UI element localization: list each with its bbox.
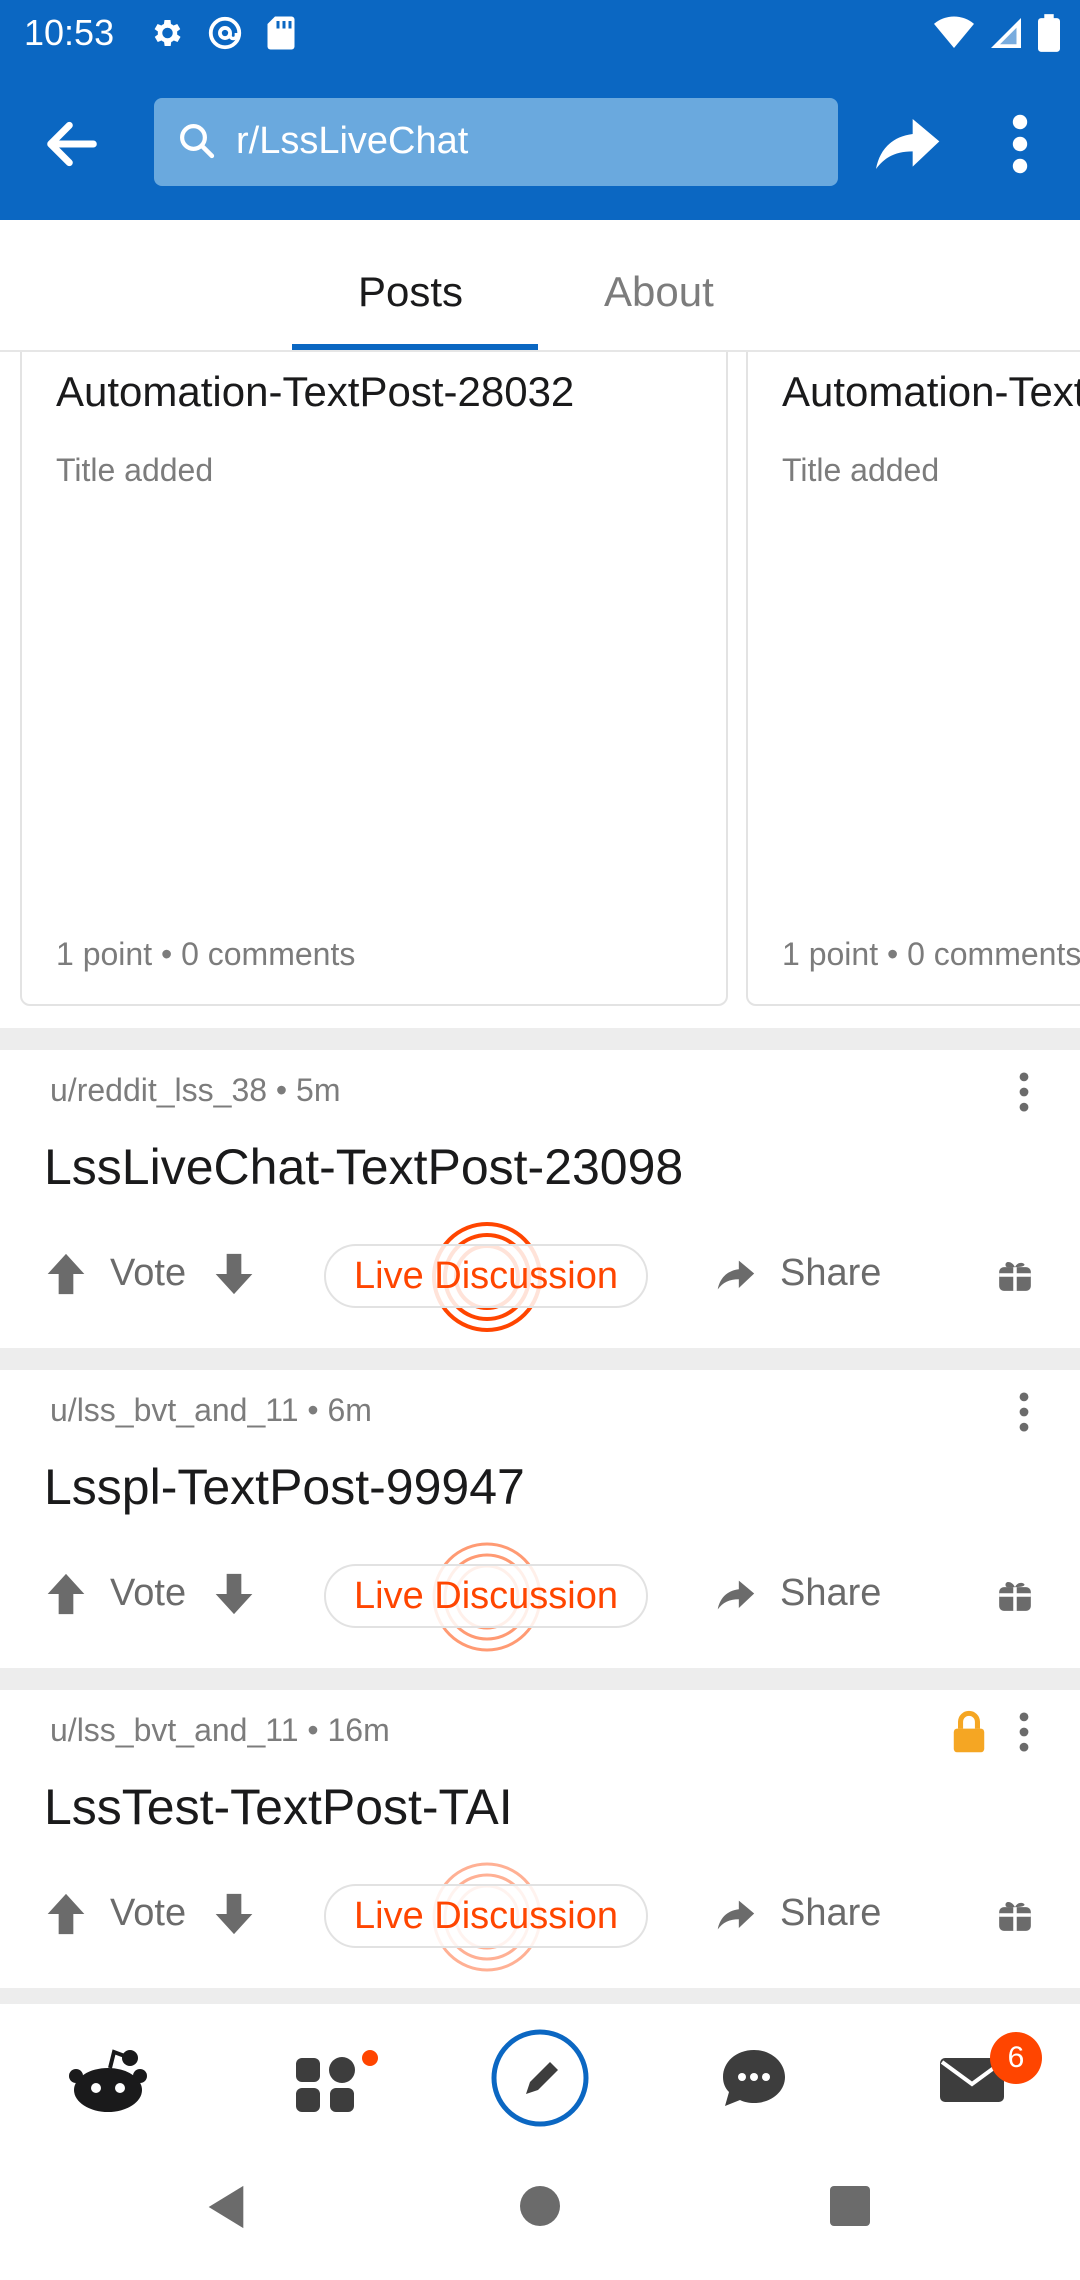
bottom-nav: 6	[0, 2004, 1080, 2142]
share-icon[interactable]	[712, 1892, 758, 1938]
post-item[interactable]: u/reddit_lss_38 • 5m LssLiveChat-TextPos…	[0, 1050, 1080, 1348]
post-meta[interactable]: u/lss_bvt_and_11 • 6m	[50, 1392, 372, 1429]
vote-label: Vote	[110, 1572, 187, 1614]
downvote-icon[interactable]	[212, 1570, 256, 1618]
live-discussion-label: Live Discussion	[324, 1564, 648, 1628]
system-back-icon[interactable]	[204, 2182, 248, 2232]
upvote-icon[interactable]	[44, 1890, 88, 1938]
upvote-icon[interactable]	[44, 1570, 88, 1618]
post-title[interactable]: LssLiveChat-TextPost-23098	[44, 1138, 683, 1196]
tab-indicator	[292, 344, 538, 350]
divider	[0, 1668, 1080, 1690]
battery-icon	[1038, 14, 1060, 52]
status-time: 10:53	[24, 12, 115, 53]
post-title[interactable]: LssTest-TextPost-TAI	[44, 1778, 513, 1836]
share-label[interactable]: Share	[780, 1892, 881, 1935]
card-footer: 1 point • 0 comments	[56, 936, 356, 972]
wifi-icon	[934, 16, 974, 48]
post-actions: Vote Live Discussion Share	[0, 1542, 1080, 1652]
downvote-icon[interactable]	[212, 1250, 256, 1298]
share-icon[interactable]	[712, 1572, 758, 1618]
at-sign-icon	[208, 16, 242, 50]
share-icon[interactable]	[712, 1252, 758, 1298]
settings-icon	[154, 19, 181, 47]
create-post-icon[interactable]	[490, 2028, 590, 2128]
search-icon	[180, 124, 215, 159]
divider	[0, 1348, 1080, 1370]
downvote-icon[interactable]	[212, 1890, 256, 1938]
system-home-icon[interactable]	[518, 2184, 562, 2228]
share-label[interactable]: Share	[780, 1572, 881, 1615]
live-discussion-button[interactable]: Live Discussion	[324, 1222, 648, 1332]
chat-icon[interactable]	[704, 2028, 804, 2128]
signal-icon	[991, 18, 1021, 48]
more-vert-icon[interactable]	[1012, 1390, 1036, 1434]
search-text: r/LssLiveChat	[236, 120, 469, 162]
post-item[interactable]: u/lss_bvt_and_11 • 6m Lsspl-TextPost-999…	[0, 1370, 1080, 1668]
home-icon[interactable]	[58, 2028, 158, 2128]
post-item[interactable]: u/lss_bvt_and_11 • 16m LssTest-TextPost-…	[0, 1690, 1080, 1988]
lock-icon	[953, 1710, 985, 1753]
tab-posts[interactable]: Posts	[358, 268, 463, 316]
card-footer: 1 point • 0 comments	[782, 936, 1080, 972]
card-body: Title added	[782, 452, 940, 488]
live-discussion-button[interactable]: Live Discussion	[324, 1862, 648, 1972]
system-recents-icon[interactable]	[828, 2184, 872, 2228]
post-title[interactable]: Lsspl-TextPost-99947	[44, 1458, 525, 1516]
system-nav-bar	[0, 2142, 1080, 2280]
more-vert-icon[interactable]	[1012, 1070, 1036, 1114]
vote-label: Vote	[110, 1892, 187, 1934]
tab-bar: Posts About	[0, 220, 1080, 352]
communities-icon[interactable]	[276, 2028, 376, 2128]
award-icon[interactable]	[996, 1896, 1034, 1934]
post-meta[interactable]: u/lss_bvt_and_11 • 16m	[50, 1712, 390, 1749]
search-bar[interactable]: r/LssLiveChat	[154, 98, 838, 186]
inbox-badge: 6	[990, 2032, 1042, 2084]
more-vert-icon[interactable]	[996, 112, 1044, 176]
share-icon[interactable]	[866, 104, 946, 184]
live-discussion-label: Live Discussion	[324, 1884, 648, 1948]
carousel-card[interactable]: Automation-TextPost Title added 1 point …	[746, 352, 1080, 1006]
upvote-icon[interactable]	[44, 1250, 88, 1298]
top-bar: 10:53 r/LssLiveChat	[0, 0, 1080, 220]
carousel-card[interactable]: Automation-TextPost-28032 Title added 1 …	[20, 352, 728, 1006]
card-title: Automation-TextPost-28032	[56, 368, 575, 415]
post-actions: Vote Live Discussion Share	[0, 1862, 1080, 1972]
vote-label: Vote	[110, 1252, 187, 1294]
back-arrow-icon[interactable]	[40, 112, 104, 176]
app-bar: r/LssLiveChat	[0, 66, 1080, 220]
sd-card-icon	[267, 16, 295, 50]
card-title: Automation-TextPost	[782, 368, 1080, 415]
more-vert-icon[interactable]	[1012, 1710, 1036, 1754]
live-discussion-label: Live Discussion	[324, 1244, 648, 1308]
post-meta[interactable]: u/reddit_lss_38 • 5m	[50, 1072, 340, 1109]
tab-about[interactable]: About	[604, 268, 714, 316]
share-label[interactable]: Share	[780, 1252, 881, 1295]
post-actions: Vote Live Discussion Share	[0, 1222, 1080, 1332]
card-body: Title added	[56, 452, 214, 488]
notification-dot	[362, 2050, 378, 2066]
live-discussion-button[interactable]: Live Discussion	[324, 1542, 648, 1652]
post-carousel: Automation-TextPost-28032 Title added 1 …	[0, 352, 1080, 1028]
award-icon[interactable]	[996, 1576, 1034, 1614]
status-bar: 10:53	[0, 0, 1080, 66]
award-icon[interactable]	[996, 1256, 1034, 1294]
divider	[0, 1028, 1080, 1050]
divider	[0, 1988, 1080, 2004]
